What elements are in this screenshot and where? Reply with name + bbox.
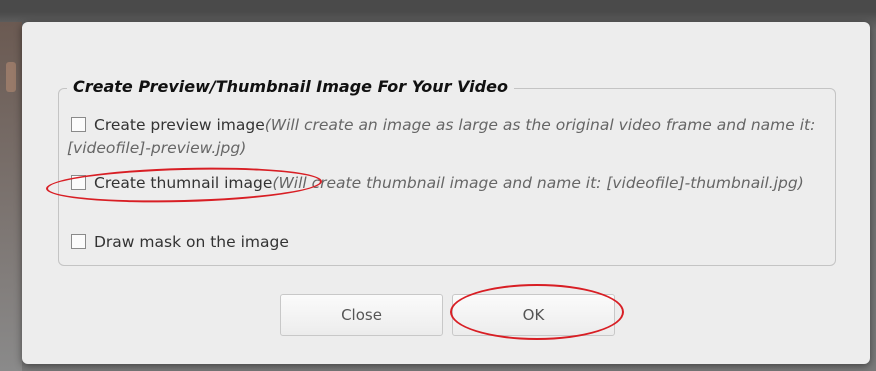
draw-mask-checkbox[interactable] <box>71 234 86 249</box>
option-create-preview: Create preview image(Will create an imag… <box>67 114 827 160</box>
create-preview-checkbox[interactable] <box>71 117 86 132</box>
background-page-edge <box>0 22 22 371</box>
background-fragment <box>6 62 16 92</box>
create-thumbnail-checkbox[interactable] <box>71 175 86 190</box>
draw-mask-label[interactable]: Draw mask on the image <box>94 233 289 251</box>
preview-options-fieldset: Create Preview/Thumbnail Image For Your … <box>58 77 836 266</box>
ok-button[interactable]: OK <box>452 294 615 336</box>
option-draw-mask: Draw mask on the image <box>67 231 827 254</box>
close-button[interactable]: Close <box>280 294 443 336</box>
option-create-thumbnail: Create thumnail image(Will create thumbn… <box>67 172 827 195</box>
thumbnail-dialog: Create Preview/Thumbnail Image For Your … <box>22 22 870 364</box>
create-thumbnail-hint: (Will create thumbnail image and name it… <box>272 174 804 192</box>
fieldset-legend: Create Preview/Thumbnail Image For Your … <box>67 77 514 96</box>
create-thumbnail-label[interactable]: Create thumnail image <box>94 174 272 192</box>
create-preview-label[interactable]: Create preview image <box>94 116 265 134</box>
